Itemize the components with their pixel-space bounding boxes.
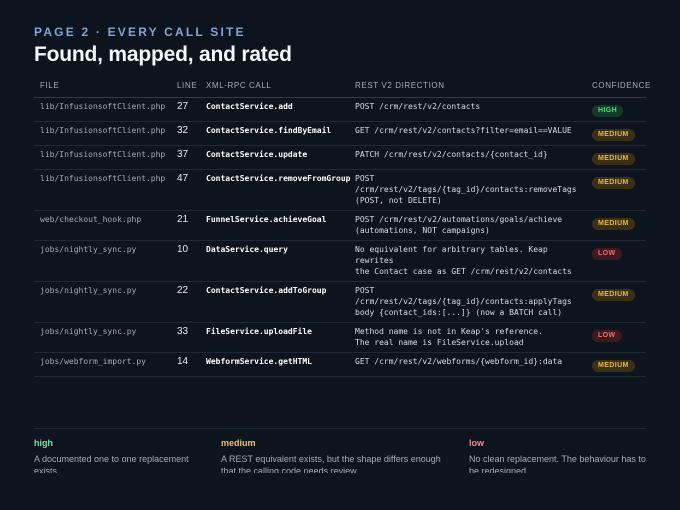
legend-term-high: high [34, 438, 53, 448]
rest-direction-cell: GET /crm/rest/v2/contacts?filter=email==… [349, 121, 586, 146]
column-header-rest-direction: REST V2 DIRECTION [349, 74, 586, 98]
xmlrpc-call-cell: FunnelService.achieveGoal [200, 210, 349, 241]
column-header-file: FILE [34, 74, 171, 98]
confidence-cell: MEDIUM [586, 210, 646, 241]
column-header-line: LINE [171, 74, 200, 98]
table-row: jobs/nightly_sync.py 10 DataService.quer… [34, 240, 646, 282]
rest-direction-cell: Method name is not in Keap's reference. … [349, 322, 586, 353]
line-cell: 14 [171, 352, 200, 377]
table-row: lib/InfusionsoftClient.php 27 ContactSer… [34, 97, 646, 122]
confidence-badge: HIGH [592, 105, 624, 117]
column-header-confidence: CONFIDENCE [586, 74, 650, 98]
rest-direction-cell: PATCH /crm/rest/v2/contacts/{contact_id} [349, 145, 586, 170]
file-cell: jobs/nightly_sync.py [34, 281, 171, 323]
confidence-badge: MEDIUM [592, 360, 635, 372]
xmlrpc-call-cell: DataService.query [200, 240, 349, 282]
table-row: lib/InfusionsoftClient.php 47 ContactSer… [34, 169, 646, 211]
line-cell: 32 [171, 121, 200, 146]
xmlrpc-call-cell: ContactService.findByEmail [200, 121, 349, 146]
legend-item-low: low No clean replacement. The behaviour … [469, 438, 646, 473]
page-title: Found, mapped, and rated [34, 43, 292, 66]
file-cell: web/checkout_hook.php [34, 210, 171, 241]
table-row: jobs/nightly_sync.py 33 FileService.uplo… [34, 322, 646, 353]
xmlrpc-call-cell: ContactService.update [200, 145, 349, 170]
confidence-cell: MEDIUM [586, 169, 646, 211]
column-header-xmlrpc-call: XML-RPC CALL [200, 74, 349, 98]
confidence-badge: MEDIUM [592, 129, 635, 141]
xmlrpc-call-cell: ContactService.removeFromGroup [200, 169, 351, 211]
confidence-badge: MEDIUM [592, 153, 635, 165]
confidence-cell: HIGH [586, 97, 646, 122]
legend-term-low: low [469, 438, 484, 448]
confidence-cell: LOW [586, 322, 646, 353]
line-cell: 37 [171, 145, 200, 170]
legend-desc-high: A documented one to one replacement exis… [34, 454, 189, 473]
legend-desc-medium: A REST equivalent exists, but the shape … [221, 454, 441, 473]
file-cell: lib/InfusionsoftClient.php [34, 145, 171, 170]
file-cell: jobs/webform_import.py [34, 352, 171, 377]
legend-desc-low: No clean replacement. The behaviour has … [469, 454, 646, 473]
confidence-cell: MEDIUM [586, 121, 646, 146]
confidence-cell: MEDIUM [586, 281, 646, 323]
xmlrpc-call-cell: WebformService.getHTML [200, 352, 349, 377]
confidence-badge: LOW [592, 330, 622, 342]
line-cell: 47 [171, 169, 200, 211]
confidence-cell: LOW [586, 240, 646, 282]
file-cell: jobs/nightly_sync.py [34, 322, 171, 353]
file-cell: jobs/nightly_sync.py [34, 240, 171, 282]
file-cell: lib/InfusionsoftClient.php [34, 97, 171, 122]
confidence-badge: MEDIUM [592, 289, 635, 301]
rest-direction-cell: POST /crm/rest/v2/tags/{tag_id}/contacts… [349, 281, 586, 323]
file-cell: lib/InfusionsoftClient.php [34, 169, 171, 211]
line-cell: 21 [171, 210, 200, 241]
legend-term-medium: medium [221, 438, 256, 448]
confidence-badge: MEDIUM [592, 218, 635, 230]
confidence-legend: high A documented one to one replacement… [34, 428, 646, 473]
rest-direction-cell: POST /crm/rest/v2/automations/goals/achi… [349, 210, 586, 241]
table-body: lib/InfusionsoftClient.php 27 ContactSer… [34, 97, 646, 377]
xmlrpc-call-cell: FileService.uploadFile [200, 322, 349, 353]
rest-direction-cell: No equivalent for arbitrary tables. Keap… [349, 240, 586, 282]
confidence-cell: MEDIUM [586, 352, 646, 377]
confidence-badge: MEDIUM [592, 177, 635, 189]
table-row: jobs/webform_import.py 14 WebformService… [34, 352, 646, 377]
table-row: lib/InfusionsoftClient.php 37 ContactSer… [34, 145, 646, 170]
rest-direction-cell: POST /crm/rest/v2/tags/{tag_id}/contacts… [349, 169, 586, 211]
rest-direction-cell: GET /crm/rest/v2/webforms/{webform_id}:d… [349, 352, 586, 377]
table-row: jobs/nightly_sync.py 22 ContactService.a… [34, 281, 646, 323]
line-cell: 33 [171, 322, 200, 353]
file-cell: lib/InfusionsoftClient.php [34, 121, 171, 146]
line-cell: 22 [171, 281, 200, 323]
table-row: lib/InfusionsoftClient.php 32 ContactSer… [34, 121, 646, 146]
page-eyebrow: PAGE 2 · EVERY CALL SITE [34, 25, 246, 39]
table-header-row: FILE LINE XML-RPC CALL REST V2 DIRECTION… [34, 74, 650, 98]
table-row: web/checkout_hook.php 21 FunnelService.a… [34, 210, 646, 241]
confidence-badge: LOW [592, 248, 622, 260]
confidence-cell: MEDIUM [586, 145, 646, 170]
legend-item-high: high A documented one to one replacement… [34, 438, 204, 473]
xmlrpc-call-cell: ContactService.add [200, 97, 349, 122]
xmlrpc-call-cell: ContactService.addToGroup [200, 281, 349, 323]
line-cell: 27 [171, 97, 200, 122]
call-site-table: FILE LINE XML-RPC CALL REST V2 DIRECTION… [34, 74, 650, 377]
line-cell: 10 [171, 240, 200, 282]
legend-item-medium: medium A REST equivalent exists, but the… [221, 438, 453, 473]
rest-direction-cell: POST /crm/rest/v2/contacts [349, 97, 586, 122]
